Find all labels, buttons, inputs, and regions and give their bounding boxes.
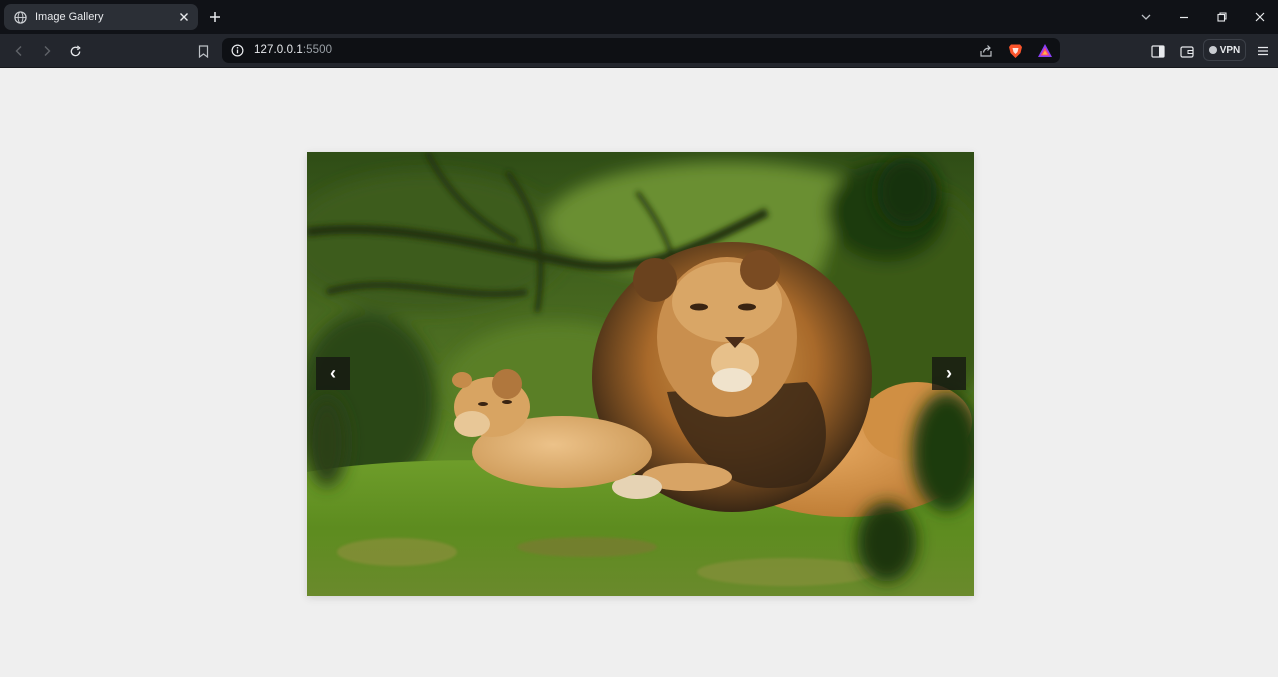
tab-image-gallery[interactable]: Image Gallery	[4, 4, 198, 30]
close-icon[interactable]	[176, 9, 192, 25]
share-icon	[979, 44, 992, 57]
wallet-button[interactable]	[1178, 42, 1196, 60]
share-button[interactable]	[977, 42, 994, 59]
image-gallery: ‹ ›	[307, 152, 974, 596]
vpn-status-icon	[1208, 46, 1217, 54]
reload-button[interactable]	[66, 42, 84, 60]
back-button[interactable]	[10, 42, 28, 60]
url-host: 127.0.0.1	[254, 44, 303, 56]
restore-icon	[1217, 12, 1227, 22]
url-port: :5500	[302, 44, 333, 56]
vpn-label: VPN	[1219, 44, 1241, 56]
close-icon	[1255, 12, 1265, 22]
url-text[interactable]: 127.0.0.1:5500	[254, 44, 332, 56]
new-tab-button[interactable]	[207, 9, 223, 25]
menu-button[interactable]	[1254, 42, 1272, 60]
sidebar-button[interactable]	[1149, 42, 1167, 60]
wallet-icon	[1180, 45, 1194, 58]
bookmark-icon	[198, 44, 208, 58]
minimize-icon	[1180, 16, 1188, 19]
next-image-button[interactable]: ›	[932, 357, 966, 390]
brave-rewards-icon[interactable]	[1036, 42, 1053, 59]
close-window-button[interactable]	[1252, 9, 1268, 25]
prev-image-button[interactable]: ‹	[316, 357, 350, 390]
bookmark-button[interactable]	[194, 42, 212, 60]
site-info-icon[interactable]	[230, 43, 244, 57]
arrow-right-icon	[44, 46, 51, 56]
brave-shields-icon[interactable]	[1007, 42, 1024, 59]
sidebar-icon	[1151, 44, 1165, 58]
reload-icon	[70, 44, 81, 56]
restore-button[interactable]	[1214, 9, 1230, 25]
plus-icon	[210, 12, 220, 22]
address-bar[interactable]: 127.0.0.1:5500	[222, 38, 1060, 63]
hamburger-menu-icon	[1258, 46, 1268, 56]
minimize-button[interactable]	[1176, 9, 1192, 25]
vpn-button[interactable]: VPN	[1203, 39, 1246, 61]
globe-icon	[13, 10, 27, 24]
forward-button[interactable]	[38, 42, 56, 60]
chevron-down-icon	[1141, 14, 1151, 20]
tab-title: Image Gallery	[35, 11, 104, 23]
tab-search-button[interactable]	[1138, 9, 1154, 25]
tab-strip: Image Gallery	[0, 0, 1278, 34]
arrow-left-icon	[15, 46, 22, 56]
gallery-image	[307, 152, 974, 596]
